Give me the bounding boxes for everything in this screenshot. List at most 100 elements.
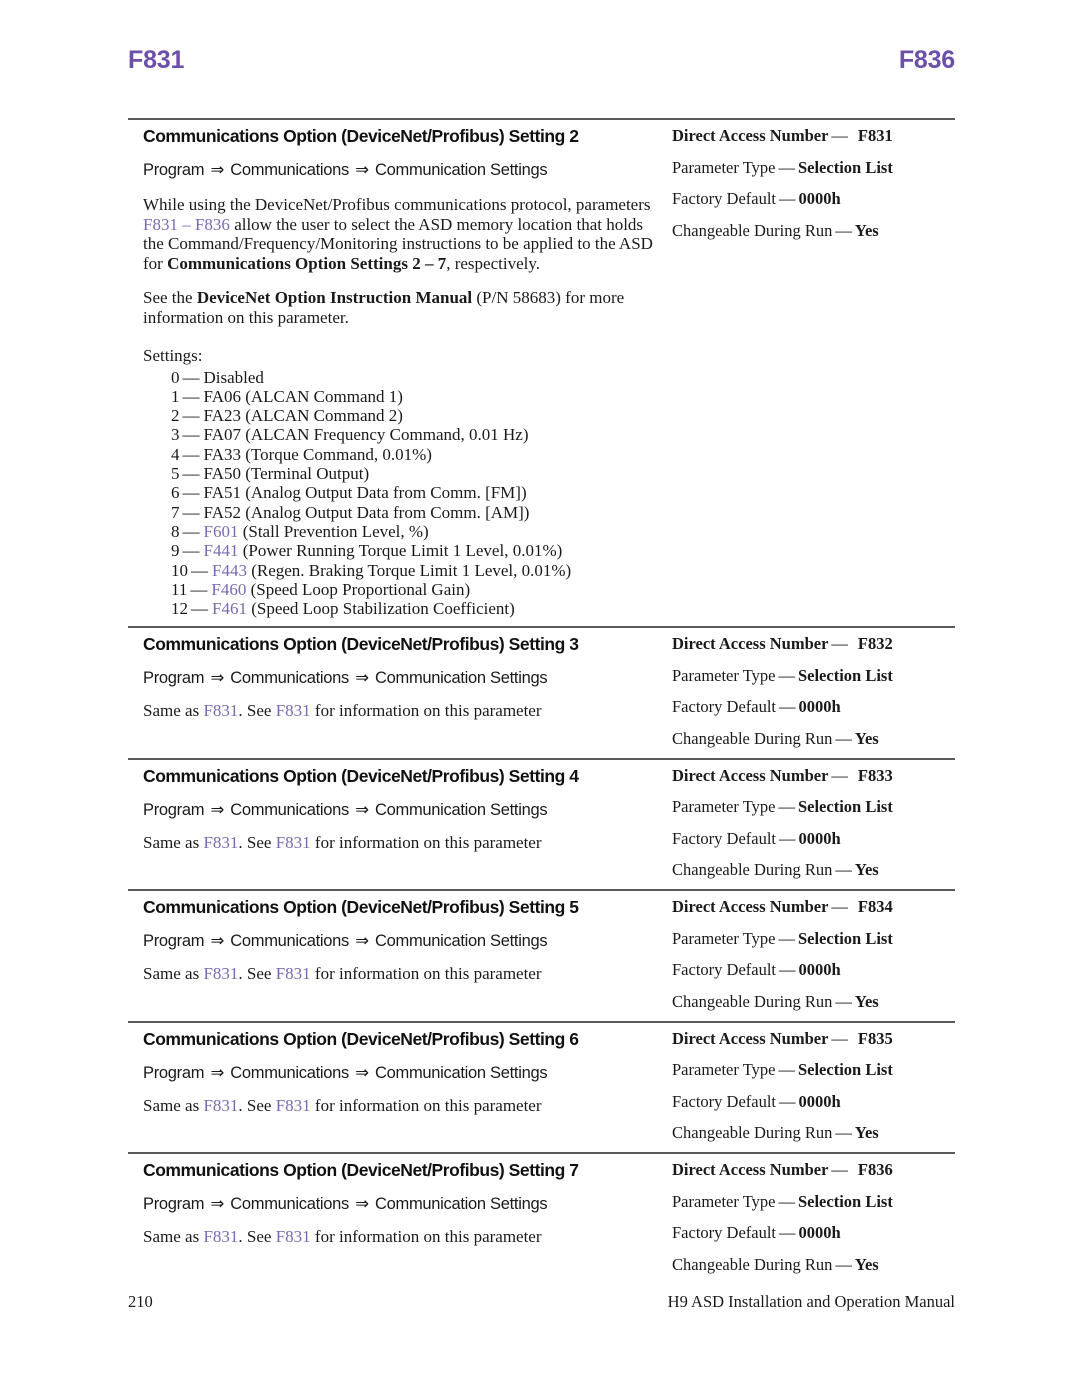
navigation-path: Program ⇒ Communications ⇒ Communication… — [143, 931, 660, 951]
nav-path-segment: Program — [143, 669, 205, 688]
spec-separator: — — [778, 157, 795, 177]
parameter-type-label: Parameter Type — [672, 665, 776, 685]
cross-reference-link[interactable]: F831 — [276, 1096, 311, 1115]
parameter-type-value: Selection List — [797, 797, 893, 817]
nav-arrow-icon: ⇒ — [206, 669, 229, 688]
setting-dash: — — [182, 521, 200, 541]
spec-separator: — — [779, 1223, 796, 1243]
text-run: Same as — [143, 701, 204, 721]
nav-path-segment: Communications — [230, 1195, 349, 1214]
spec-separator: — — [835, 728, 852, 748]
setting-item: 2— FA23 (ALCAN Command 2) — [171, 406, 660, 425]
section-title: Communications Option (DeviceNet/Profibu… — [143, 126, 579, 146]
changeable-during-run-value: Yes — [854, 728, 879, 748]
cross-reference-link[interactable]: F460 — [211, 580, 246, 599]
section-right-column: Direct Access Number — F834 Parameter Type —… — [660, 897, 955, 1012]
cross-reference-link[interactable]: F441 — [204, 541, 239, 560]
section-left-column: Communications Option (DeviceNet/Profibu… — [128, 1160, 660, 1247]
section-left-column: Communications Option (DeviceNet/Profibu… — [128, 1029, 660, 1116]
parameter-type: Parameter Type — Selection List — [672, 666, 955, 686]
text-run: for information on this parameter — [310, 1227, 542, 1247]
cross-reference-link[interactable]: F831 — [143, 215, 178, 234]
cross-reference-link[interactable]: F443 — [212, 561, 247, 580]
direct-access-number: Direct Access Number — F836 — [672, 1160, 955, 1180]
spec-separator: — — [779, 960, 796, 980]
navigation-path: Program ⇒ Communications ⇒ Communication… — [143, 1194, 660, 1214]
emphasis-text: Communications Option Settings 2 – 7 — [167, 253, 447, 273]
factory-default-value: 0000h — [798, 189, 841, 208]
setting-item: 5— FA50 (Terminal Output) — [171, 464, 660, 483]
section-left-column: Communications Option (DeviceNet/Profibu… — [128, 634, 660, 721]
spec-block: Direct Access Number — F835 Parameter Type —… — [672, 1029, 955, 1144]
cross-reference-link[interactable]: – — [178, 215, 195, 234]
direct-access-number-value: F834 — [857, 897, 893, 917]
parameter-type: Parameter Type — Selection List — [672, 158, 955, 178]
nav-arrow-icon: ⇒ — [350, 932, 374, 951]
text-run: See the — [143, 288, 197, 308]
changeable-during-run-value: Yes — [854, 1123, 879, 1143]
setting-value: (Regen. Braking Torque Limit 1 Level, 0.… — [246, 560, 572, 580]
text-run: . See — [238, 1227, 276, 1247]
nav-path-segment: Communications — [230, 161, 349, 179]
spec-block: Direct Access Number — F833 Parameter Type —… — [672, 766, 955, 881]
cross-reference-link[interactable]: F836 — [195, 215, 230, 234]
cross-reference-link[interactable]: F831 — [203, 701, 238, 720]
factory-default-label: Factory Default — [672, 828, 777, 848]
navigation-path: Program ⇒ Communications ⇒ Communication… — [143, 1063, 660, 1083]
changeable-during-run-label: Changeable During Run — [672, 991, 833, 1011]
factory-default-label: Factory Default — [672, 697, 777, 717]
text-run: for information on this parameter — [310, 964, 542, 984]
spec-block: Direct Access Number — F834 Parameter Type —… — [672, 897, 955, 1012]
cross-reference-link[interactable]: F831 — [276, 833, 311, 852]
text-run: for information on this parameter — [310, 1095, 542, 1115]
cross-reference-link[interactable]: F461 — [212, 599, 247, 618]
setting-value: (Power Running Torque Limit 1 Level, 0.0… — [238, 541, 563, 561]
parameter-section: Communications Option (DeviceNet/Profibu… — [128, 626, 955, 758]
setting-value: FA33 (Torque Command, 0.01%) — [203, 444, 432, 464]
setting-item: 6— FA51 (Analog Output Data from Comm. [F… — [171, 483, 660, 502]
navigation-path: Program ⇒ Communications ⇒ Communication… — [143, 800, 660, 820]
setting-dash: — — [182, 367, 200, 387]
cross-reference-link[interactable]: F831 — [203, 833, 238, 852]
text-run: Same as — [143, 1227, 204, 1247]
navigation-path: Program ⇒ Communications ⇒ Communication… — [143, 160, 660, 180]
changeable-during-run-value: Yes — [854, 860, 879, 880]
direct-access-number: Direct Access Number — F834 — [672, 897, 955, 917]
spec-separator: — — [779, 189, 796, 208]
section-columns: Communications Option (DeviceNet/Profibu… — [128, 1160, 955, 1275]
direct-access-number: Direct Access Number — F835 — [672, 1029, 955, 1049]
direct-access-number-label: Direct Access Number — [672, 1160, 829, 1180]
cross-reference-link[interactable]: F831 — [276, 1227, 311, 1246]
text-run: Same as — [143, 964, 204, 984]
cross-reference-link[interactable]: F831 — [203, 1096, 238, 1115]
nav-arrow-icon: ⇒ — [206, 800, 229, 819]
parameter-type-value: Selection List — [797, 1191, 893, 1211]
section-title: Communications Option (DeviceNet/Profibu… — [143, 897, 579, 918]
changeable-during-run-label: Changeable During Run — [672, 220, 833, 240]
cross-reference-link[interactable]: F831 — [203, 964, 238, 983]
cross-reference-link[interactable]: F831 — [203, 1227, 238, 1246]
spec-separator: — — [831, 126, 848, 145]
nav-path-segment: Communication Settings — [375, 1195, 548, 1214]
cross-reference-link[interactable]: F601 — [204, 522, 239, 541]
spec-separator: — — [778, 1060, 795, 1080]
footer-page-number: 210 — [128, 1292, 153, 1311]
spec-separator: — — [831, 765, 848, 785]
setting-dash: — — [191, 599, 208, 619]
text-run: Same as — [143, 1095, 204, 1115]
setting-number: 10 — [171, 560, 188, 580]
settings-list: 0— Disabled 1— FA06 (ALCAN Command 1) 2— FA23… — [143, 368, 660, 619]
cross-reference-link[interactable]: F831 — [276, 964, 311, 983]
section-columns: Communications Option (DeviceNet/Profibu… — [128, 766, 955, 881]
direct-access-number-value: F833 — [857, 765, 893, 785]
section-right-column: Direct Access Number — F831 Parameter Type —… — [660, 126, 955, 241]
navigation-path: Program ⇒ Communications ⇒ Communication… — [143, 668, 660, 688]
setting-value: (Stall Prevention Level, %) — [238, 521, 429, 541]
cross-reference-link[interactable]: F831 — [276, 701, 311, 720]
direct-access-number: Direct Access Number — F832 — [672, 634, 955, 654]
setting-dash: — — [182, 425, 200, 445]
setting-value: FA52 (Analog Output Data from Comm. [AM]… — [203, 502, 530, 522]
direct-access-number-label: Direct Access Number — [672, 765, 829, 785]
setting-dash: — — [182, 386, 200, 406]
spec-separator: — — [778, 928, 795, 948]
